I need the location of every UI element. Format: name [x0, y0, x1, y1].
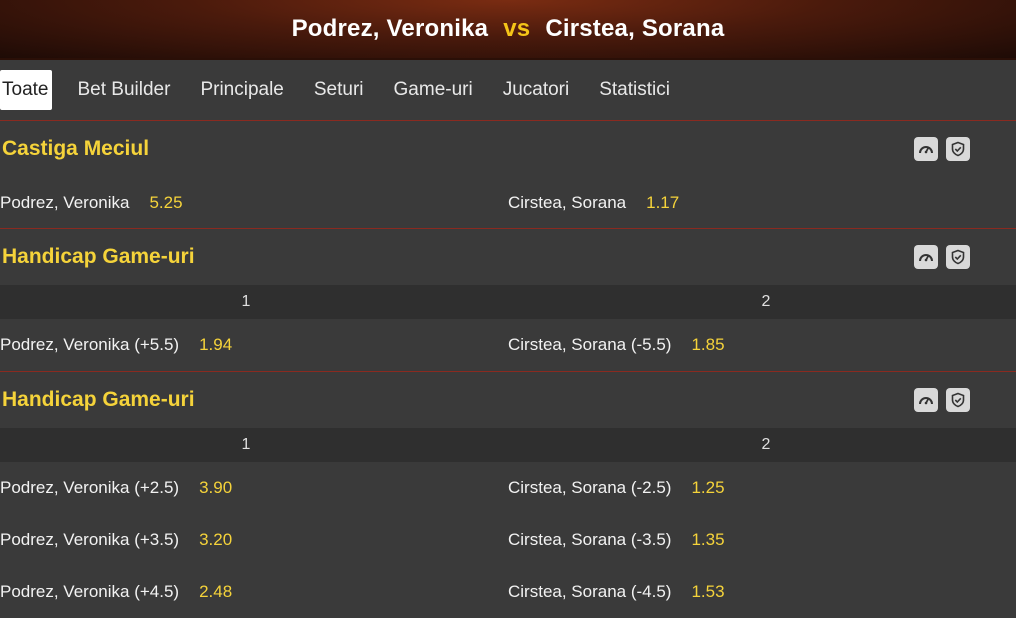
market-title: Handicap Game-uri: [2, 245, 195, 268]
market-header: Castiga Meciul: [0, 121, 1016, 177]
column-header: 1 2: [0, 428, 1016, 462]
column-label-2: 2: [761, 293, 771, 310]
tab-statistici[interactable]: Statistici: [599, 70, 670, 110]
selection-name: Podrez, Veronika (+5.5): [0, 335, 180, 354]
speedometer-icon[interactable]: [914, 388, 938, 412]
odds-value: 1.35: [691, 530, 725, 549]
odds-value: 3.20: [199, 530, 233, 549]
market-castiga-meciul: Castiga Meciul Podrez, Veronika 5.25 Cir…: [0, 121, 1016, 229]
speedometer-icon[interactable]: [914, 137, 938, 161]
odds-right[interactable]: Cirstea, Sorana (-2.5) 1.25: [508, 478, 1016, 498]
odds-row: Podrez, Veronika (+5.5) 1.94 Cirstea, So…: [0, 319, 1016, 371]
odds-value: 1.53: [691, 582, 725, 601]
shield-check-icon[interactable]: [946, 388, 970, 412]
tab-bet-builder[interactable]: Bet Builder: [77, 70, 170, 110]
selection-name: Podrez, Veronika (+4.5): [0, 582, 180, 601]
odds-value: 3.90: [199, 478, 233, 497]
market-header: Handicap Game-uri: [0, 372, 1016, 428]
player2-name: Cirstea, Sorana: [545, 15, 725, 42]
odds-left[interactable]: Podrez, Veronika (+2.5) 3.90: [0, 478, 508, 498]
speedometer-icon[interactable]: [914, 245, 938, 269]
selection-name: Cirstea, Sorana (-2.5): [508, 478, 672, 497]
odds-right[interactable]: Cirstea, Sorana (-3.5) 1.35: [508, 530, 1016, 550]
odds-value: 1.94: [199, 335, 233, 354]
tab-seturi[interactable]: Seturi: [314, 70, 364, 110]
odds-left[interactable]: Podrez, Veronika (+3.5) 3.20: [0, 530, 508, 550]
column-header: 1 2: [0, 285, 1016, 319]
odds-row: Podrez, Veronika (+3.5) 3.20 Cirstea, So…: [0, 514, 1016, 566]
tab-principale[interactable]: Principale: [200, 70, 283, 110]
market-tabs: Toate Bet Builder Principale Seturi Game…: [0, 60, 1016, 121]
odds-row: Podrez, Veronika 5.25 Cirstea, Sorana 1.…: [0, 177, 1016, 228]
selection-name: Podrez, Veronika (+3.5): [0, 530, 180, 549]
selection-name: Podrez, Veronika (+2.5): [0, 478, 180, 497]
odds-value: 1.17: [646, 192, 680, 212]
odds-value: 1.25: [691, 478, 725, 497]
odds-row: Podrez, Veronika (+4.5) 2.48 Cirstea, So…: [0, 566, 1016, 618]
odds-right[interactable]: Cirstea, Sorana (-5.5) 1.85: [508, 335, 1016, 355]
odds-value: 1.85: [691, 335, 725, 354]
tab-jucatori[interactable]: Jucatori: [503, 70, 570, 110]
odds-row: Podrez, Veronika (+2.5) 3.90 Cirstea, So…: [0, 462, 1016, 514]
market-title: Castiga Meciul: [2, 137, 150, 160]
odds-right[interactable]: Cirstea, Sorana (-4.5) 1.53: [508, 582, 1016, 602]
match-header: Podrez, Veronika vs Cirstea, Sorana: [0, 0, 1016, 60]
odds-left[interactable]: Podrez, Veronika (+4.5) 2.48: [0, 582, 508, 602]
selection-name: Cirstea, Sorana (-3.5): [508, 530, 672, 549]
tab-game-uri[interactable]: Game-uri: [394, 70, 473, 110]
odds-value: 5.25: [149, 192, 183, 212]
selection-name: Cirstea, Sorana (-4.5): [508, 582, 672, 601]
market-header: Handicap Game-uri: [0, 229, 1016, 285]
column-label-2: 2: [761, 436, 771, 453]
tab-toate[interactable]: Toate: [0, 70, 53, 110]
player1-name: Podrez, Veronika: [291, 15, 489, 42]
market-handicap-game-uri-1: Handicap Game-uri 1 2 Podrez, Veronika (…: [0, 229, 1016, 372]
column-label-1: 1: [241, 436, 251, 453]
selection-name: Cirstea, Sorana (-5.5): [508, 335, 672, 354]
vs-label: vs: [503, 15, 531, 42]
shield-check-icon[interactable]: [946, 137, 970, 161]
shield-check-icon[interactable]: [946, 245, 970, 269]
selection-name: Cirstea, Sorana: [508, 192, 627, 212]
odds-value: 2.48: [199, 582, 233, 601]
selection-name: Podrez, Veronika: [0, 192, 130, 212]
odds-left[interactable]: Podrez, Veronika (+5.5) 1.94: [0, 335, 508, 355]
odds-right[interactable]: Cirstea, Sorana 1.17: [508, 193, 1016, 213]
column-label-1: 1: [241, 293, 251, 310]
market-title: Handicap Game-uri: [2, 388, 195, 411]
odds-left[interactable]: Podrez, Veronika 5.25: [0, 193, 508, 213]
market-handicap-game-uri-2: Handicap Game-uri 1 2 Podrez, Veronika (…: [0, 372, 1016, 618]
